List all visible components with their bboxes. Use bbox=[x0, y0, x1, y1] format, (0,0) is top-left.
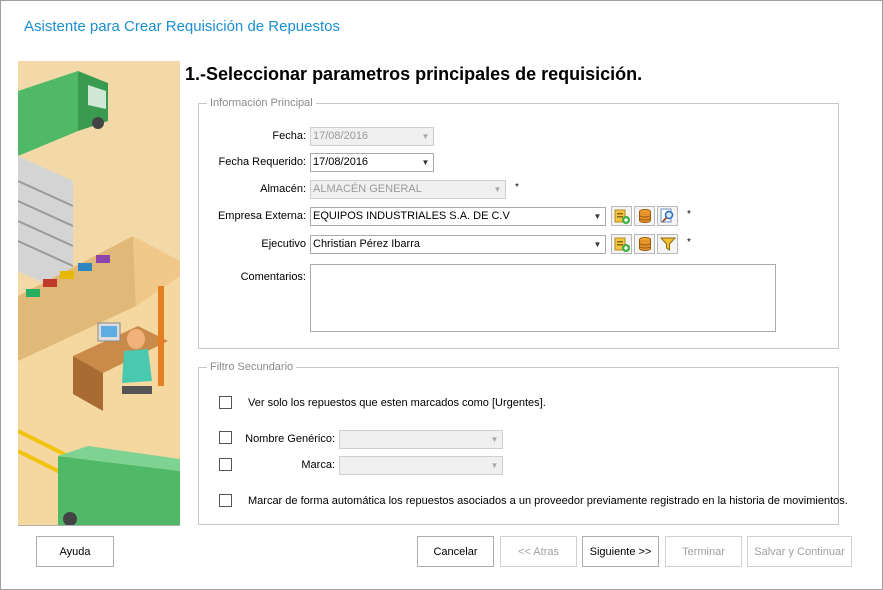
almacen-label: Almacén: bbox=[260, 183, 306, 195]
nombre-generico-checkbox[interactable] bbox=[219, 431, 232, 444]
add-record-icon bbox=[614, 209, 630, 224]
ejecutivo-filter-button[interactable] bbox=[657, 234, 678, 254]
chevron-down-icon[interactable]: ▼ bbox=[590, 236, 605, 253]
add-record-icon bbox=[614, 237, 630, 252]
chevron-down-icon: ▼ bbox=[493, 185, 502, 194]
marca-label: Marca: bbox=[301, 459, 335, 471]
nombre-generico-label: Nombre Genérico: bbox=[245, 433, 335, 445]
comentarios-label: Comentarios: bbox=[240, 271, 306, 283]
chevron-down-icon: ▼ bbox=[421, 132, 430, 141]
chevron-down-icon[interactable]: ▼ bbox=[590, 208, 605, 225]
almacen-required-mark: * bbox=[515, 182, 519, 193]
chevron-down-icon: ▼ bbox=[490, 435, 499, 444]
database-icon bbox=[638, 209, 651, 223]
terminar-button[interactable]: Terminar bbox=[665, 536, 742, 567]
chevron-down-icon[interactable]: ▼ bbox=[418, 154, 433, 171]
nombre-generico-select: ▼ bbox=[339, 430, 503, 449]
warehouse-drawing bbox=[18, 61, 180, 525]
principal-legend: Información Principal bbox=[210, 97, 313, 109]
cancelar-button[interactable]: Cancelar bbox=[417, 536, 494, 567]
fecha-date-picker: 17/08/2016 ▼ bbox=[310, 127, 434, 146]
ejecutivo-value: Christian Pérez Ibarra bbox=[313, 238, 420, 250]
search-icon bbox=[660, 208, 673, 223]
empresa-database-button[interactable] bbox=[634, 206, 655, 226]
illustration-divider bbox=[18, 525, 180, 526]
warehouse-illustration bbox=[18, 61, 180, 525]
ejecutivo-required-mark: * bbox=[687, 237, 691, 248]
auto-marcar-checkbox[interactable] bbox=[219, 494, 232, 507]
ejecutivo-select[interactable]: Christian Pérez Ibarra ▼ bbox=[310, 235, 606, 254]
urgentes-checkbox[interactable] bbox=[219, 396, 232, 409]
marca-select: ▼ bbox=[339, 456, 503, 475]
fecha-requerido-value: 17/08/2016 bbox=[313, 156, 369, 168]
chevron-down-icon: ▼ bbox=[490, 461, 499, 470]
ejecutivo-add-button[interactable] bbox=[611, 234, 632, 254]
ejecutivo-label: Ejecutivo bbox=[261, 238, 306, 250]
salvar-continuar-button[interactable]: Salvar y Continuar bbox=[747, 536, 852, 567]
fecha-requerido-date-picker[interactable]: 17/08/2016 ▼ bbox=[310, 153, 434, 172]
step-title: 1.-Seleccionar parametros principales de… bbox=[185, 64, 643, 84]
empresa-externa-label: Empresa Externa: bbox=[217, 210, 306, 222]
marca-checkbox[interactable] bbox=[219, 458, 232, 471]
empresa-add-button[interactable] bbox=[611, 206, 632, 226]
almacen-value: ALMACÉN GENERAL bbox=[313, 183, 422, 195]
siguiente-button[interactable]: Siguiente >> bbox=[582, 536, 659, 567]
empresa-externa-value: EQUIPOS INDUSTRIALES S.A. DE C.V bbox=[313, 210, 510, 222]
comentarios-textarea[interactable] bbox=[310, 264, 776, 332]
empresa-required-mark: * bbox=[687, 209, 691, 220]
urgentes-label: Ver solo los repuestos que esten marcado… bbox=[248, 397, 546, 409]
auto-marcar-label: Marcar de forma automática los repuestos… bbox=[248, 495, 848, 507]
fecha-requerido-label: Fecha Requerido: bbox=[218, 156, 306, 168]
wizard-window: Asistente para Crear Requisición de Repu… bbox=[0, 0, 883, 590]
fecha-value: 17/08/2016 bbox=[313, 130, 369, 142]
secundario-legend: Filtro Secundario bbox=[210, 361, 294, 373]
ayuda-button[interactable]: Ayuda bbox=[36, 536, 114, 567]
empresa-search-button[interactable] bbox=[657, 206, 678, 226]
empresa-externa-select[interactable]: EQUIPOS INDUSTRIALES S.A. DE C.V ▼ bbox=[310, 207, 606, 226]
atras-button[interactable]: << Atras bbox=[500, 536, 577, 567]
database-icon bbox=[638, 237, 651, 251]
window-title: Asistente para Crear Requisición de Repu… bbox=[24, 18, 341, 35]
almacen-select: ALMACÉN GENERAL ▼ bbox=[310, 180, 506, 199]
ejecutivo-database-button[interactable] bbox=[634, 234, 655, 254]
fecha-label: Fecha: bbox=[272, 130, 306, 142]
filter-icon bbox=[659, 237, 676, 251]
